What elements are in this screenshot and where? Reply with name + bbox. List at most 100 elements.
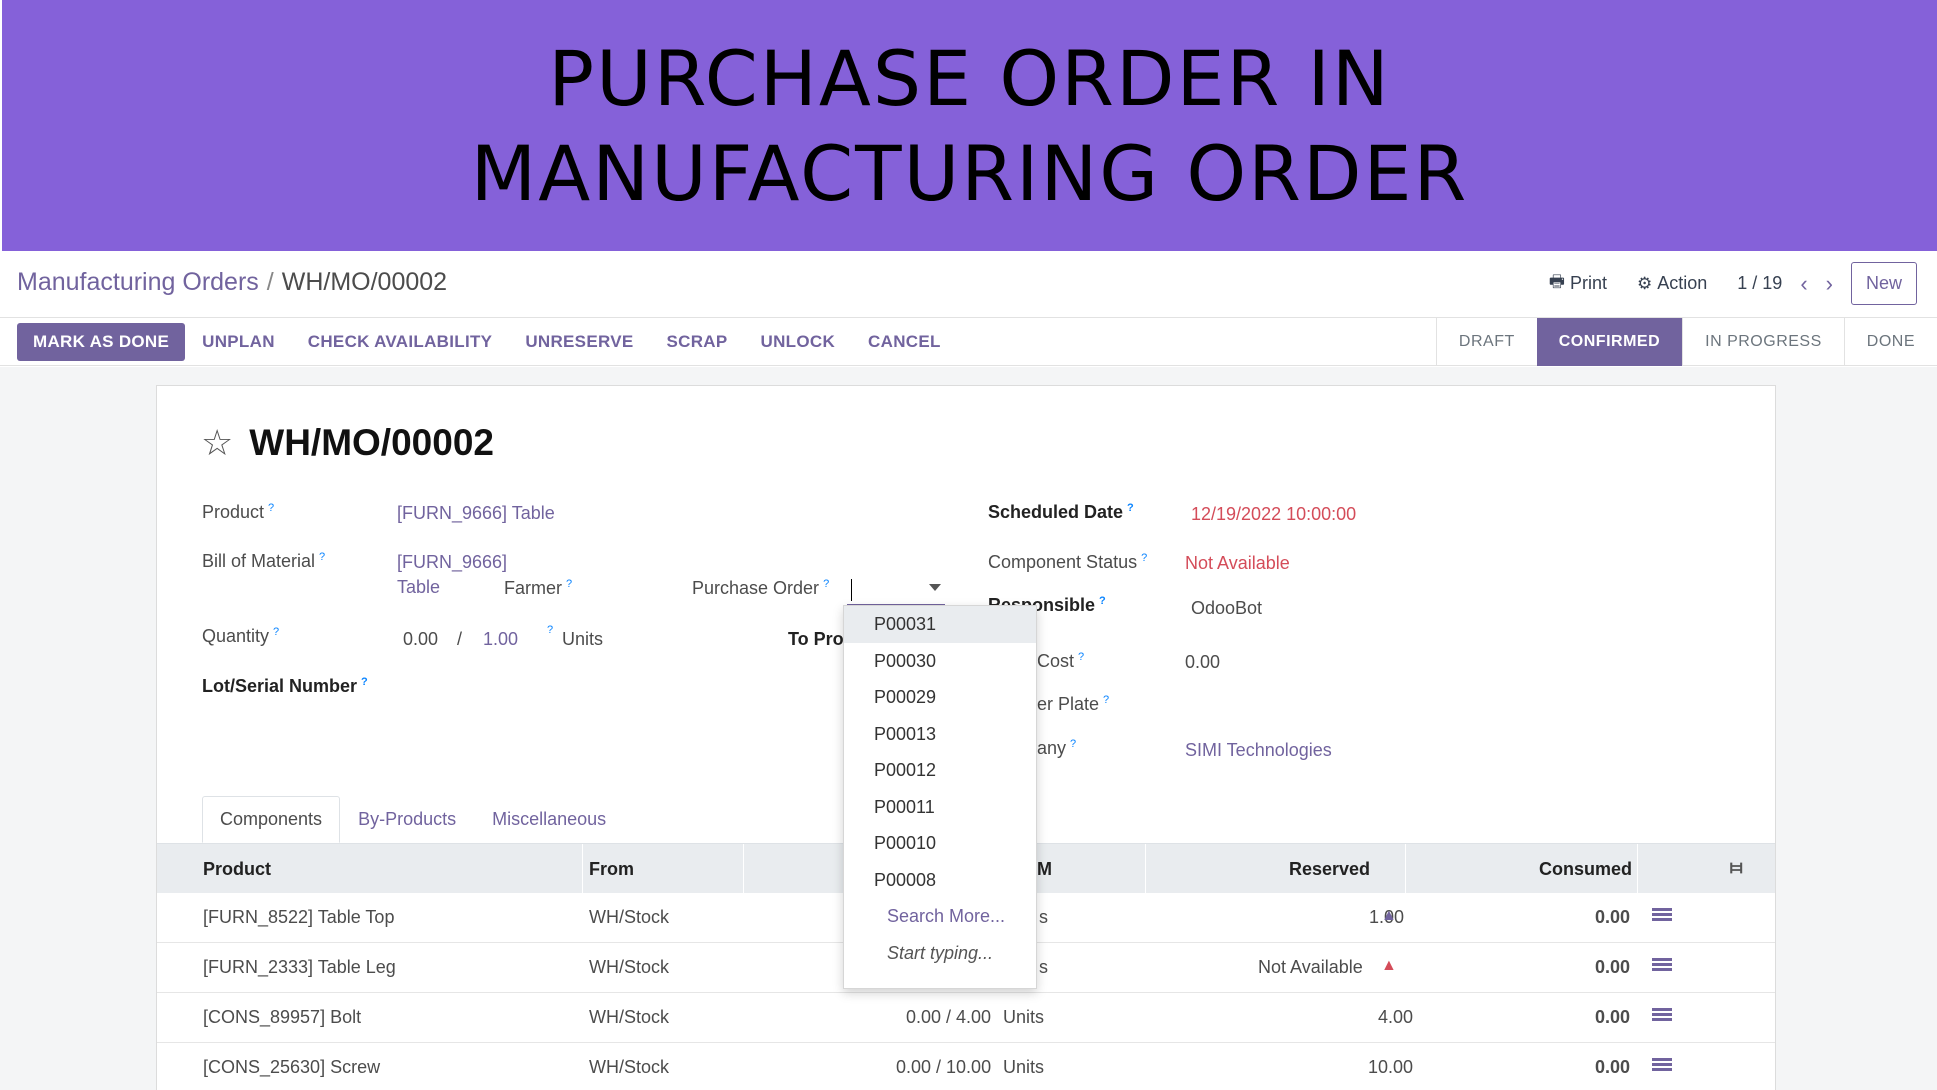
col-product[interactable]: Product [203,859,271,880]
detail-list-icon[interactable] [1652,1058,1672,1076]
help-icon: ? [1141,552,1148,564]
col-reserved[interactable]: Reserved [1289,859,1370,880]
farmer-label: Farmer? [504,578,573,598]
help-icon: ? [1078,651,1085,663]
col-consumed[interactable]: Consumed [1539,859,1632,880]
chevron-down-icon[interactable] [929,584,941,591]
star-icon[interactable]: ☆ [201,422,233,464]
bom-field[interactable]: [FURN_9666] Table [397,552,507,598]
status-in-progress[interactable]: IN PROGRESS [1682,318,1844,366]
product-label: Product? [202,502,275,522]
quantity-label: Quantity? [202,626,280,646]
pager-next-icon[interactable]: › [1826,271,1833,297]
top-actions: 🖶 Print ⚙ Action 1 / 19 ‹ › New [1549,262,1917,305]
to-produce-label: To Pro [788,629,844,649]
status-bar: DRAFT CONFIRMED IN PROGRESS DONE [1435,318,1937,366]
responsible-field[interactable]: OdooBot [1191,598,1262,619]
dropdown-option[interactable]: P00012 [844,752,1036,789]
text-cursor [851,579,852,601]
cost-value: 0.00 [1185,652,1221,672]
banner-title: PURCHASE ORDER IN MANUFACTURING ORDER [470,33,1469,218]
product-field[interactable]: [FURN_9666] Table [397,503,555,524]
table-row[interactable]: [CONS_89957] Bolt WH/Stock 0.00 / 4.00 U… [157,993,1775,1043]
action-bar: MARK AS DONE UNPLAN CHECK AVAILABILITY U… [0,318,1937,366]
dropdown-option[interactable]: P00029 [844,679,1036,716]
forecast-chart-icon[interactable]: ▲ [1381,957,1397,975]
table-row[interactable]: [CONS_25630] Screw WH/Stock 0.00 / 10.00… [157,1043,1775,1090]
help-icon: ? [319,551,326,563]
gear-icon: ⚙ [1637,273,1653,293]
cancel-button[interactable]: CANCEL [852,323,957,361]
new-button[interactable]: New [1850,262,1917,305]
promo-banner: PURCHASE ORDER IN MANUFACTURING ORDER [2,0,1937,251]
control-panel: Manufacturing Orders / WH/MO/00002 🖶 Print… [0,252,1937,318]
breadcrumb-parent[interactable]: Manufacturing Orders [17,268,259,296]
company-label: any? [1037,738,1077,758]
print-label: Print [1569,273,1607,293]
unreserve-button[interactable]: UNRESERVE [509,323,649,361]
company-field[interactable]: SIMI Technologies [1185,740,1332,761]
action-label: Action [1657,273,1708,293]
detail-list-icon[interactable] [1652,958,1672,976]
help-icon: ? [273,626,280,638]
quantity-unit: Units [562,629,604,649]
purchase-order-label: Purchase Order? [692,578,830,598]
print-icon: 🖶 [1548,272,1565,291]
cost-label: Cost? [1037,651,1085,671]
dropdown-option[interactable]: P00030 [844,643,1036,680]
tab-by-products[interactable]: By-Products [340,796,474,843]
action-button[interactable]: ⚙ Action [1637,273,1707,294]
plate-label: er Plate? [1037,694,1110,714]
start-typing-hint: Start typing... [887,942,994,963]
col-from[interactable]: From [589,859,634,880]
dropdown-option[interactable]: P00031 [844,606,1036,643]
notebook-tabs: Components By-Products Miscellaneous [202,796,624,843]
help-icon: ? [547,624,554,636]
unplan-button[interactable]: UNPLAN [186,323,291,361]
col-uom[interactable]: M [1037,859,1052,880]
breadcrumb: Manufacturing Orders / WH/MO/00002 [17,268,447,297]
breadcrumb-current: WH/MO/00002 [281,268,448,296]
bom-label: Bill of Material? [202,551,326,571]
dropdown-option[interactable]: P00011 [844,789,1036,826]
status-done[interactable]: DONE [1843,318,1937,366]
dropdown-option[interactable]: P00010 [844,825,1036,862]
dropdown-option[interactable]: P00013 [844,716,1036,753]
status-draft[interactable]: DRAFT [1435,318,1537,366]
help-icon: ? [1127,502,1134,514]
quantity-separator: / [457,629,463,649]
mark-as-done-button[interactable]: MARK AS DONE [17,323,186,361]
breadcrumb-separator: / [266,268,274,296]
dropdown-option[interactable]: P00008 [844,862,1036,899]
quantity-total[interactable]: 1.00 [483,629,518,650]
help-icon: ? [1099,595,1106,607]
scheduled-date-field[interactable]: 12/19/2022 10:00:00 [1191,504,1356,525]
scrap-button[interactable]: SCRAP [651,323,744,361]
action-buttons: MARK AS DONE UNPLAN CHECK AVAILABILITY U… [17,323,958,361]
help-icon: ? [1103,694,1110,706]
pager-previous-icon[interactable]: ‹ [1800,271,1807,297]
purchase-order-dropdown: P00031 P00030 P00029 P00013 P00012 P0001… [843,605,1037,989]
record-title: WH/MO/00002 [249,422,494,463]
tab-components[interactable]: Components [202,796,341,843]
print-button[interactable]: 🖶 Print [1549,269,1607,298]
detail-list-icon[interactable] [1652,1008,1672,1026]
help-icon: ? [566,578,573,590]
lot-serial-label: Lot/Serial Number? [202,676,368,696]
optional-columns-icon[interactable]: ⧦ [1730,856,1742,879]
detail-list-icon[interactable] [1652,908,1672,926]
purchase-order-input[interactable] [847,577,945,605]
pager-value[interactable]: 1 / 19 [1737,273,1782,294]
forecast-chart-icon[interactable]: ▲ [1381,907,1397,925]
scheduled-date-label: Scheduled Date? [988,502,1134,522]
help-icon: ? [823,578,830,590]
unlock-button[interactable]: UNLOCK [745,323,852,361]
component-status-label: Component Status? [988,552,1148,572]
search-more-link[interactable]: Search More... [844,898,1036,935]
status-confirmed[interactable]: CONFIRMED [1536,318,1683,366]
quantity-produced[interactable]: 0.00 [403,629,438,650]
tab-miscellaneous[interactable]: Miscellaneous [474,796,624,843]
check-availability-button[interactable]: CHECK AVAILABILITY [292,323,509,361]
component-status-value: Not Available [1185,553,1290,573]
help-icon: ? [1070,738,1077,750]
